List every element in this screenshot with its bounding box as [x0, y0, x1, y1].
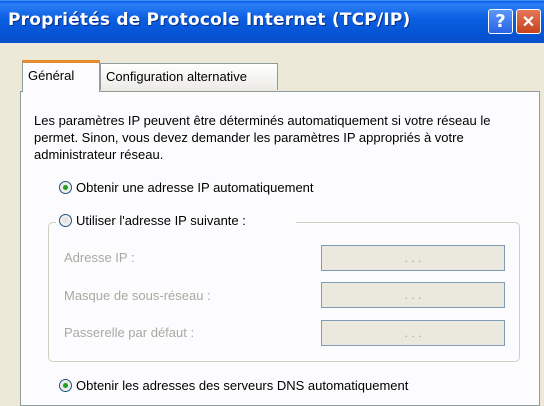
radio-unchecked-icon: [59, 214, 72, 227]
default-gateway-input[interactable]: . . .: [321, 320, 505, 346]
help-icon: ?: [495, 11, 506, 32]
ip-address-input[interactable]: . . .: [321, 245, 505, 271]
tab-general[interactable]: Général: [22, 60, 100, 92]
subnet-mask-label: Masque de sous-réseau :: [64, 288, 211, 303]
close-button[interactable]: ✕: [516, 9, 541, 34]
tab-alternate-configuration-label: Configuration alternative: [106, 69, 247, 84]
close-icon: ✕: [521, 13, 536, 31]
obtain-ip-auto-label: Obtenir une adresse IP automatiquement: [76, 180, 314, 195]
title-bar[interactable]: Propriétés de Protocole Internet (TCP/IP…: [0, 0, 544, 44]
obtain-dns-auto-radio[interactable]: Obtenir les adresses des serveurs DNS au…: [59, 378, 408, 393]
ip-address-label: Adresse IP :: [64, 250, 135, 265]
window-title: Propriétés de Protocole Internet (TCP/IP…: [8, 10, 411, 30]
description-text: Les paramètres IP peuvent être déterminé…: [34, 113, 491, 162]
obtain-dns-auto-label: Obtenir les adresses des serveurs DNS au…: [76, 378, 409, 393]
radio-checked-icon: [59, 379, 72, 392]
default-gateway-label: Passerelle par défaut :: [64, 325, 195, 340]
use-static-ip-label: Utiliser l'adresse IP suivante :: [76, 213, 246, 228]
subnet-mask-input[interactable]: . . .: [321, 282, 505, 308]
tab-general-label: Général: [28, 68, 75, 83]
use-static-ip-radio[interactable]: Utiliser l'adresse IP suivante :: [59, 213, 246, 228]
obtain-ip-auto-radio[interactable]: Obtenir une adresse IP automatiquement: [59, 180, 314, 195]
help-button[interactable]: ?: [488, 9, 513, 34]
tab-alternate-configuration[interactable]: Configuration alternative: [100, 63, 278, 90]
radio-checked-icon: [59, 181, 72, 194]
